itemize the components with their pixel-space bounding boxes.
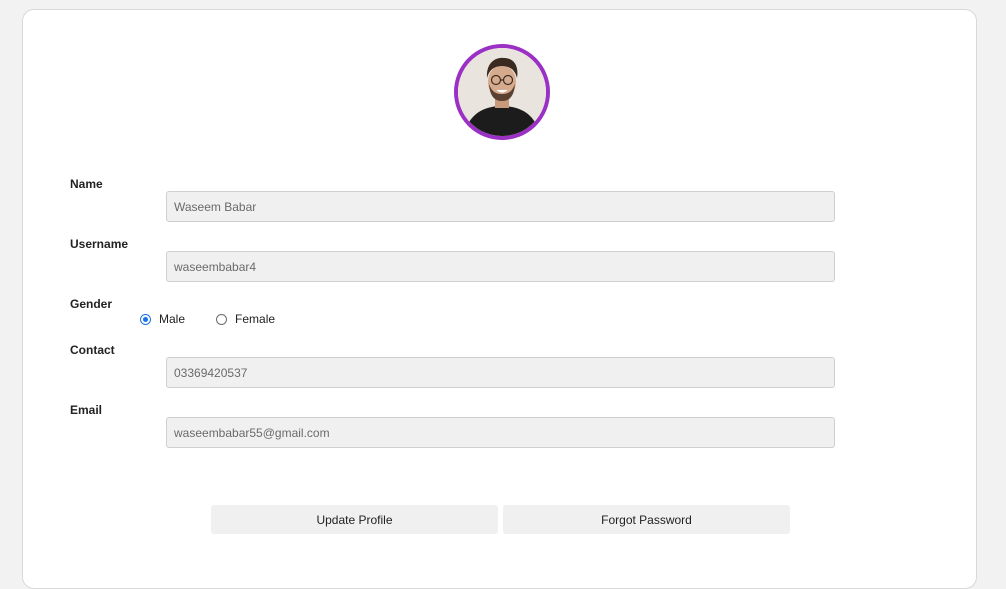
- user-avatar-icon: [458, 48, 546, 136]
- gender-radio-group: Male Female: [140, 312, 275, 326]
- profile-card: Name Username Gender Male Female Contact…: [22, 9, 977, 589]
- contact-label: Contact: [70, 343, 115, 357]
- radio-male-label: Male: [159, 312, 186, 326]
- email-label: Email: [70, 403, 103, 417]
- gender-option-female[interactable]: Female: [216, 312, 275, 326]
- gender-option-male[interactable]: Male: [140, 312, 185, 326]
- name-label: Name: [70, 177, 103, 191]
- username-input[interactable]: [166, 251, 835, 282]
- profile-avatar[interactable]: [454, 44, 550, 140]
- radio-male[interactable]: [140, 313, 151, 325]
- gender-label: Gender: [70, 297, 113, 311]
- email-input[interactable]: [166, 417, 835, 448]
- name-input[interactable]: [166, 191, 835, 222]
- contact-input[interactable]: [166, 357, 835, 388]
- radio-female-label: Female: [235, 312, 276, 326]
- username-label: Username: [70, 237, 129, 251]
- forgot-password-button[interactable]: Forgot Password: [503, 505, 790, 534]
- update-profile-button[interactable]: Update Profile: [211, 505, 498, 534]
- radio-female[interactable]: [216, 313, 228, 325]
